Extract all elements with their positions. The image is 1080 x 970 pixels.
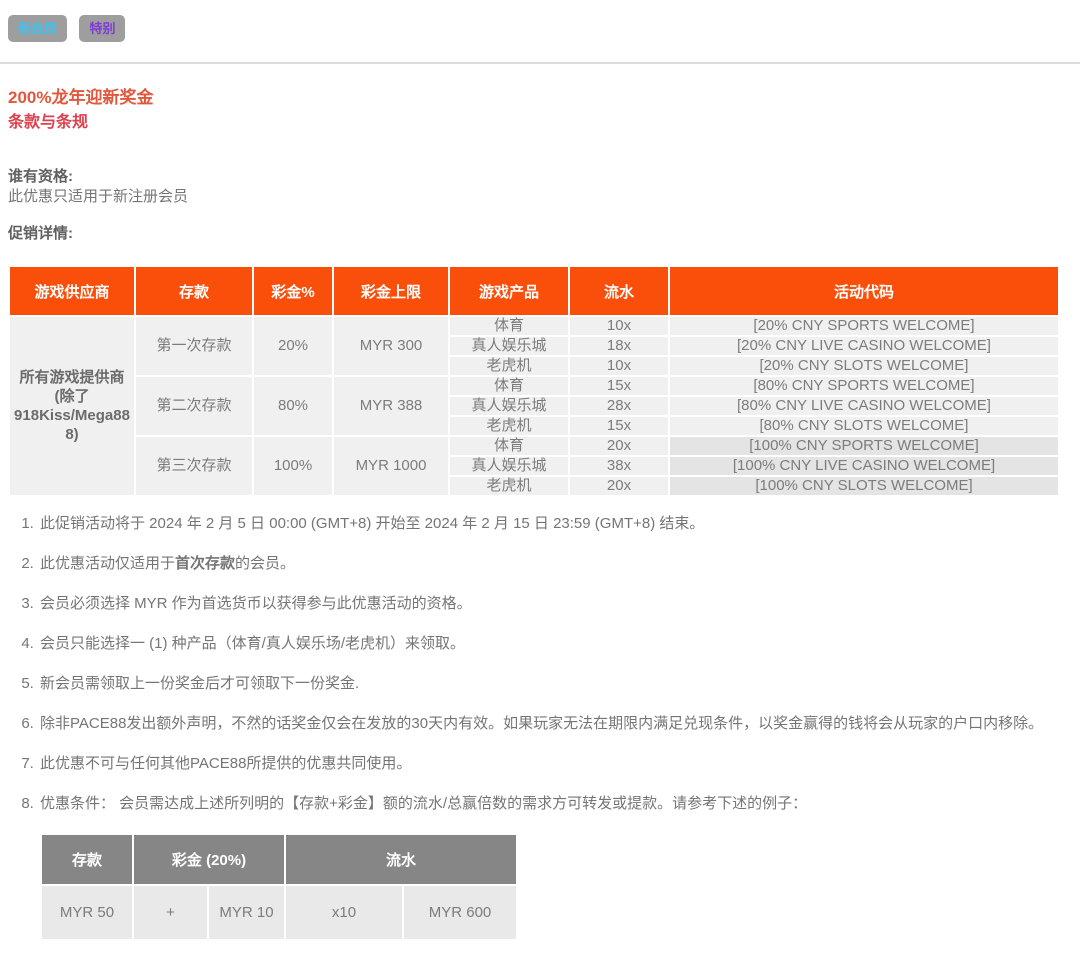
- promo-column-header: 存款: [136, 267, 252, 315]
- deposit-cell: 第一次存款: [136, 317, 252, 375]
- promo-table-header-row: 游戏供应商存款彩金%彩金上限游戏产品流水活动代码: [10, 267, 1058, 315]
- promo-table-row: 第二次存款80%MYR 388体育15x[80% CNY SPORTS WELC…: [10, 377, 1058, 395]
- example-column-header: 流水: [286, 835, 516, 884]
- product-cell: 体育: [450, 317, 568, 335]
- tag-bar: 新会员 特别: [0, 0, 1080, 43]
- example-value-cell: MYR 600: [404, 886, 516, 939]
- promo-column-header: 流水: [570, 267, 668, 315]
- tag-new-member[interactable]: 新会员: [8, 15, 67, 42]
- product-cell: 真人娱乐城: [450, 457, 568, 475]
- example-column-header: 彩金 (20%): [134, 835, 284, 884]
- promo-code-cell: [100% CNY SPORTS WELCOME]: [670, 437, 1058, 455]
- promo-table-row: 第三次存款100%MYR 1000体育20x[100% CNY SPORTS W…: [10, 437, 1058, 455]
- turnover-cell: 15x: [570, 417, 668, 435]
- term-text: 新会员需领取上一份奖金后才可领取下一份奖金.: [40, 675, 359, 692]
- turnover-cell: 10x: [570, 357, 668, 375]
- term-item: 新会员需领取上一份奖金后才可领取下一份奖金.: [38, 673, 1072, 694]
- promo-column-header: 彩金上限: [334, 267, 448, 315]
- term-text-bold: 首次存款: [175, 555, 235, 572]
- deposit-cell: 第二次存款: [136, 377, 252, 435]
- product-cell: 老虎机: [450, 357, 568, 375]
- promo-code-cell: [20% CNY SLOTS WELCOME]: [670, 357, 1058, 375]
- term-text: 会员只能选择一 (1) 种产品（体育/真人娱乐场/老虎机）来领取。: [40, 635, 465, 652]
- promo-code-cell: [100% CNY SLOTS WELCOME]: [670, 477, 1058, 495]
- promo-title: 200%龙年迎新奖金: [8, 87, 1072, 109]
- example-value-cell: x10: [286, 886, 402, 939]
- product-cell: 老虎机: [450, 417, 568, 435]
- bonus-percent-cell: 20%: [254, 317, 332, 375]
- promo-column-header: 彩金%: [254, 267, 332, 315]
- example-value-cell: +: [134, 886, 207, 939]
- term-item: 会员必须选择 MYR 作为首选货币以获得参与此优惠活动的资格。: [38, 593, 1072, 614]
- example-column-header: 存款: [42, 835, 132, 884]
- promo-code-cell: [80% CNY LIVE CASINO WELCOME]: [670, 397, 1058, 415]
- turnover-cell: 15x: [570, 377, 668, 395]
- promo-table-row: 所有游戏提供商 (除了 918Kiss/Mega888)第一次存款20%MYR …: [10, 317, 1058, 335]
- term-item: 会员只能选择一 (1) 种产品（体育/真人娱乐场/老虎机）来领取。: [38, 633, 1072, 654]
- term-item: 此优惠活动仅适用于首次存款的会员。: [38, 553, 1072, 574]
- product-cell: 体育: [450, 377, 568, 395]
- example-value-cell: MYR 50: [42, 886, 132, 939]
- eligibility-text: 此优惠只适用于新注册会员: [8, 187, 1072, 207]
- product-cell: 老虎机: [450, 477, 568, 495]
- term-text: 优惠条件： 会员需达成上述所列明的【存款+彩金】额的流水/总赢倍数的需求方可转发…: [40, 795, 807, 812]
- promo-code-cell: [80% CNY SPORTS WELCOME]: [670, 377, 1058, 395]
- product-cell: 真人娱乐城: [450, 397, 568, 415]
- bonus-cap-cell: MYR 388: [334, 377, 448, 435]
- example-table-row: MYR 50+MYR 10x10MYR 600: [42, 886, 516, 939]
- turnover-cell: 28x: [570, 397, 668, 415]
- term-text: 会员必须选择 MYR 作为首选货币以获得参与此优惠活动的资格。: [40, 595, 472, 612]
- turnover-cell: 18x: [570, 337, 668, 355]
- promo-subtitle: 条款与条规: [8, 112, 1072, 133]
- promo-table-body: 所有游戏提供商 (除了 918Kiss/Mega888)第一次存款20%MYR …: [10, 317, 1058, 495]
- product-cell: 真人娱乐城: [450, 337, 568, 355]
- eligibility-heading: 谁有资格:: [8, 167, 1072, 187]
- promo-column-header: 游戏产品: [450, 267, 568, 315]
- deposit-cell: 第三次存款: [136, 437, 252, 495]
- term-item: 优惠条件： 会员需达成上述所列明的【存款+彩金】额的流水/总赢倍数的需求方可转发…: [38, 793, 1072, 814]
- term-item: 此优惠不可与任何其他PACE88所提供的优惠共同使用。: [38, 753, 1072, 774]
- header-divider: [0, 62, 1080, 64]
- promo-page: 新会员 特别 200%龙年迎新奖金 条款与条规 谁有资格: 此优惠只适用于新注册…: [0, 0, 1080, 970]
- turnover-cell: 20x: [570, 437, 668, 455]
- promo-code-cell: [80% CNY SLOTS WELCOME]: [670, 417, 1058, 435]
- promo-code-cell: [20% CNY SPORTS WELCOME]: [670, 317, 1058, 335]
- details-heading: 促销详情:: [8, 224, 1072, 244]
- tag-special[interactable]: 特别: [79, 15, 125, 42]
- example-table: 存款彩金 (20%)流水 MYR 50+MYR 10x10MYR 600: [40, 833, 518, 941]
- promo-column-header: 活动代码: [670, 267, 1058, 315]
- promo-code-cell: [100% CNY LIVE CASINO WELCOME]: [670, 457, 1058, 475]
- product-cell: 体育: [450, 437, 568, 455]
- promo-code-cell: [20% CNY LIVE CASINO WELCOME]: [670, 337, 1058, 355]
- bonus-cap-cell: MYR 1000: [334, 437, 448, 495]
- turnover-cell: 10x: [570, 317, 668, 335]
- bonus-cap-cell: MYR 300: [334, 317, 448, 375]
- promo-column-header: 游戏供应商: [10, 267, 134, 315]
- example-value-cell: MYR 10: [209, 886, 284, 939]
- bonus-percent-cell: 80%: [254, 377, 332, 435]
- turnover-cell: 20x: [570, 477, 668, 495]
- example-table-header-row: 存款彩金 (20%)流水: [42, 835, 516, 884]
- turnover-cell: 38x: [570, 457, 668, 475]
- promo-table: 游戏供应商存款彩金%彩金上限游戏产品流水活动代码 所有游戏提供商 (除了 918…: [8, 265, 1060, 497]
- terms-list: 此促销活动将于 2024 年 2 月 5 日 00:00 (GMT+8) 开始至…: [8, 513, 1072, 814]
- provider-cell: 所有游戏提供商 (除了 918Kiss/Mega888): [10, 317, 134, 495]
- term-text: 此优惠活动仅适用于: [40, 555, 175, 572]
- term-text: 此促销活动将于 2024 年 2 月 5 日 00:00 (GMT+8) 开始至…: [40, 515, 704, 532]
- term-text: 除非PACE88发出额外声明，不然的话奖金仅会在发放的30天内有效。如果玩家无法…: [40, 715, 1043, 732]
- bonus-percent-cell: 100%: [254, 437, 332, 495]
- term-text: 此优惠不可与任何其他PACE88所提供的优惠共同使用。: [40, 755, 411, 772]
- promo-content: 200%龙年迎新奖金 条款与条规 谁有资格: 此优惠只适用于新注册会员 促销详情…: [0, 87, 1080, 941]
- term-item: 此促销活动将于 2024 年 2 月 5 日 00:00 (GMT+8) 开始至…: [38, 513, 1072, 534]
- term-text: 的会员。: [235, 555, 295, 572]
- term-item: 除非PACE88发出额外声明，不然的话奖金仅会在发放的30天内有效。如果玩家无法…: [38, 713, 1072, 734]
